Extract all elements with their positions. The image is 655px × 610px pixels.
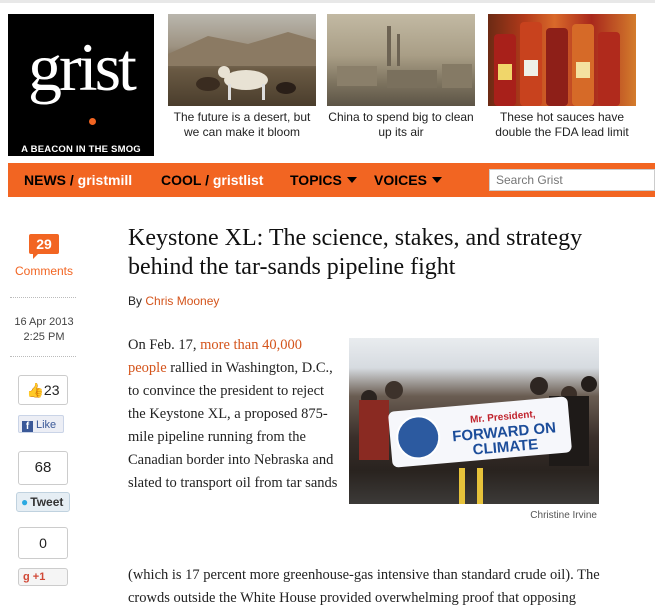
article-paragraph: On Feb. 17, more than 40,000 people rall… [128, 334, 338, 495]
teaser-hot-sauce[interactable]: These hot sauces have double the FDA lea… [488, 14, 636, 140]
time-text: 2:25 PM [23, 331, 65, 343]
grist-logo[interactable]: grist A BEACON IN THE SMOG [8, 14, 154, 156]
chevron-down-icon [346, 177, 357, 183]
nav-topics-menu[interactable]: TOPICS [290, 163, 357, 197]
nav-gristlist-label: gristlist [212, 172, 264, 188]
teaser-caption[interactable]: China to spend big to clean up its air [327, 110, 475, 140]
thumbs-up-icon: 👍 [26, 382, 44, 398]
publish-date: 16 Apr 2013 2:25 PM [8, 315, 80, 345]
author-link[interactable]: Chris Mooney [145, 294, 219, 308]
byline-prefix: By [128, 294, 143, 308]
logo-wordmark: grist [28, 29, 137, 105]
tweet-count: 68 [34, 459, 52, 476]
teaser-image-goats[interactable] [168, 14, 316, 106]
facebook-count: 23 [43, 382, 60, 398]
twitter-bird-icon: ● [21, 495, 29, 509]
article-paragraph-continued: (which is 17 percent more greenhouse-gas… [128, 567, 600, 606]
comment-count-badge[interactable]: 29 [29, 234, 59, 259]
facebook-count-box: 👍23 [18, 375, 68, 405]
forward-on-climate-logo [394, 413, 443, 462]
teaser-china[interactable]: China to spend big to clean up its air [327, 14, 475, 140]
tweet-count-box: 68 [18, 451, 68, 485]
facebook-like-label: Like [36, 419, 57, 431]
nav-voices-menu[interactable]: VOICES [374, 163, 442, 197]
teaser-caption[interactable]: These hot sauces have double the FDA lea… [488, 110, 636, 140]
comments-link[interactable]: Comments [9, 264, 79, 278]
banner-text: Mr. President, FORWARD ON CLIMATE [440, 405, 567, 461]
paragraph-text: rallied in Washington, D.C., to convince… [128, 360, 338, 491]
top-border [0, 0, 655, 3]
nav-news-label: NEWS / [24, 172, 74, 188]
nav-voices-label: VOICES [374, 172, 427, 188]
nav-cool-label: COOL / [161, 172, 209, 188]
bottles-illustration [494, 22, 620, 106]
nav-topics-label: TOPICS [290, 172, 342, 188]
tweet-label: Tweet [30, 495, 64, 509]
teaser-image-hot-sauce[interactable] [488, 14, 636, 106]
nav-news-gristmill[interactable]: NEWS / gristmill [24, 163, 132, 197]
divider [10, 297, 76, 298]
photo-credit: Christine Irvine [530, 510, 597, 521]
teaser-desert[interactable]: The future is a desert, but we can make … [168, 14, 316, 140]
gplus-button[interactable]: g +1 [18, 568, 68, 586]
teaser-caption[interactable]: The future is a desert, but we can make … [168, 110, 316, 140]
byline: By Chris Mooney [128, 294, 219, 308]
divider [10, 356, 76, 357]
gplus-count-box: 0 [18, 527, 68, 559]
nav-gristmill-label: gristmill [77, 172, 133, 188]
paragraph-text: On Feb. 17, [128, 337, 201, 353]
goats-illustration [168, 32, 316, 100]
article-title: Keystone XL: The science, stakes, and st… [128, 225, 583, 280]
smog-city-illustration [337, 26, 472, 88]
date-text: 16 Apr 2013 [14, 316, 74, 328]
tweet-button[interactable]: ● Tweet [16, 492, 70, 512]
facebook-icon: f [22, 421, 33, 432]
gplus-count: 0 [39, 535, 47, 551]
nav-cool-gristlist[interactable]: COOL / gristlist [161, 163, 263, 197]
chevron-down-icon [431, 177, 442, 183]
facebook-like-button[interactable]: f Like [18, 415, 64, 433]
teaser-image-smog[interactable] [327, 14, 475, 106]
logo-tagline: A BEACON IN THE SMOG [21, 144, 141, 155]
gplus-icon: g [23, 571, 30, 583]
search-input[interactable] [489, 169, 655, 191]
logo-dot [89, 118, 96, 125]
gplus-label: +1 [32, 571, 46, 583]
